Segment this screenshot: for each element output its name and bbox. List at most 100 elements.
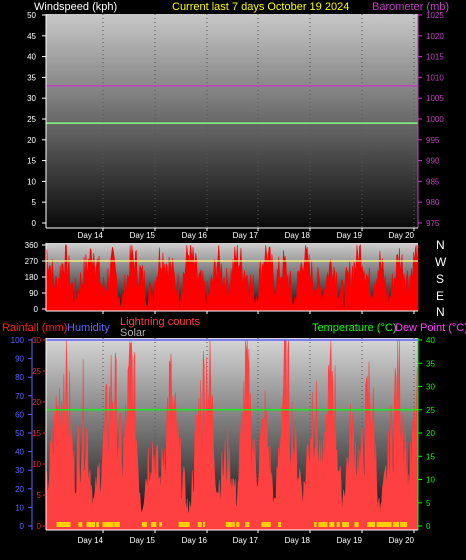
humidity-tick-label: 20 xyxy=(15,485,24,494)
wind-tick-label: 0 xyxy=(32,219,37,228)
solar-mark xyxy=(354,522,358,527)
solar-mark xyxy=(56,522,62,527)
temperature-tick-label: 15 xyxy=(426,452,435,461)
humidity-tick-label: 30 xyxy=(15,466,24,475)
solar-mark xyxy=(318,522,322,527)
rain-day-label: Day 16 xyxy=(182,536,208,545)
wind-tick-label: 20 xyxy=(27,136,36,145)
rainfall-label: Rainfall (mm) xyxy=(2,322,67,334)
wind-tick-label: 45 xyxy=(27,32,36,41)
wind-tick-label: 10 xyxy=(27,177,36,186)
barometer-tick-label: 1010 xyxy=(426,73,444,82)
wind-day-label: Day 16 xyxy=(182,231,208,240)
solar-mark xyxy=(225,522,228,527)
humidity-tick-label: 70 xyxy=(15,392,24,401)
wind-dir-label-w: W xyxy=(435,255,447,269)
temperature-label: Temperature (°C) xyxy=(312,322,396,334)
solar-mark xyxy=(403,522,408,527)
solar-mark xyxy=(377,522,380,527)
wind-tick-label: 35 xyxy=(27,73,36,82)
humidity-label: Humidity xyxy=(67,322,110,334)
rain-day-label: Day 19 xyxy=(337,536,363,545)
direction-tick-label: 90 xyxy=(29,289,38,298)
rain-day-label: Day 17 xyxy=(233,536,259,545)
solar-mark xyxy=(396,522,400,527)
humidity-tick-label: 40 xyxy=(15,448,24,457)
wind-day-label: Day 19 xyxy=(337,231,363,240)
barometer-tick-label: 990 xyxy=(426,157,440,166)
humidity-tick-label: 60 xyxy=(15,410,24,419)
solar-mark xyxy=(96,522,99,527)
solar-mark xyxy=(342,522,347,527)
solar-mark xyxy=(346,522,349,527)
solar-mark xyxy=(236,522,240,527)
solar-mark xyxy=(114,522,120,527)
solar-label: Solar xyxy=(120,327,146,339)
wind-day-label: Day 15 xyxy=(130,231,156,240)
solar-mark xyxy=(141,522,147,527)
barometer-tick-label: 995 xyxy=(426,136,440,145)
rainfall-tick-label: 0 xyxy=(37,522,42,531)
wind-tick-label: 25 xyxy=(27,115,36,124)
wind-day-label: Day 20 xyxy=(389,231,415,240)
rainfall-tick-label: 15 xyxy=(32,429,41,438)
temperature-tick-label: 25 xyxy=(426,406,435,415)
direction-tick-label: 180 xyxy=(25,273,39,282)
solar-mark xyxy=(336,522,340,527)
humidity-tick-label: 10 xyxy=(15,503,24,512)
solar-mark xyxy=(178,522,185,527)
solar-mark xyxy=(151,522,154,527)
dewpoint-label: Dew Point (°C) xyxy=(395,322,466,334)
temperature-tick-label: 40 xyxy=(426,336,435,345)
solar-mark xyxy=(314,522,317,527)
barometer-tick-label: 985 xyxy=(426,177,440,186)
barometer-tick-label: 980 xyxy=(426,198,440,207)
solar-mark xyxy=(367,522,373,527)
solar-mark xyxy=(329,522,335,527)
solar-mark xyxy=(266,522,271,527)
rain-day-label: Day 18 xyxy=(285,536,311,545)
solar-mark xyxy=(61,522,65,527)
solar-mark xyxy=(232,522,235,527)
solar-mark xyxy=(392,522,398,527)
barometer-tick-label: 1020 xyxy=(426,32,444,41)
solar-mark xyxy=(109,522,114,527)
rainfall-tick-label: 5 xyxy=(37,491,42,500)
wind-day-label: Day 14 xyxy=(78,231,104,240)
rainfall-tick-label: 20 xyxy=(32,398,41,407)
wind-dir-label-n-bottom: N xyxy=(436,305,445,319)
wind-tick-label: 40 xyxy=(27,53,36,62)
humidity-tick-label: 0 xyxy=(20,522,25,531)
humidity-tick-label: 80 xyxy=(15,373,24,382)
humidity-tick-label: 100 xyxy=(11,336,25,345)
rain-day-label: Day 15 xyxy=(130,536,156,545)
barometer-label: Barometer (mb) xyxy=(372,1,449,13)
wind-tick-label: 5 xyxy=(32,198,37,207)
solar-mark xyxy=(322,522,328,527)
direction-tick-label: 360 xyxy=(25,241,39,250)
solar-mark xyxy=(263,522,266,527)
solar-mark xyxy=(203,522,206,527)
solar-mark xyxy=(386,522,392,527)
temperature-tick-label: 0 xyxy=(426,522,431,531)
wind-dir-label-s: S xyxy=(436,272,444,286)
barometer-tick-label: 1000 xyxy=(426,115,444,124)
solar-mark xyxy=(102,522,106,527)
humidity-tick-label: 50 xyxy=(15,429,24,438)
humidity-tick-label: 90 xyxy=(15,355,24,364)
wind-dir-label-n-top: N xyxy=(436,238,445,252)
solar-mark xyxy=(159,522,163,527)
direction-tick-label: 270 xyxy=(25,257,39,266)
solar-mark xyxy=(400,522,404,527)
temperature-tick-label: 5 xyxy=(426,499,431,508)
rain-day-label: Day 14 xyxy=(78,536,104,545)
rainfall-tick-label: 10 xyxy=(32,460,41,469)
solar-mark xyxy=(86,522,92,527)
solar-mark xyxy=(245,522,250,527)
barometer-tick-label: 1015 xyxy=(426,53,444,62)
barometer-tick-label: 1005 xyxy=(426,94,444,103)
rain-day-label: Day 20 xyxy=(389,536,415,545)
direction-tick-label: 0 xyxy=(34,305,39,314)
barometer-tick-label: 975 xyxy=(426,219,440,228)
solar-mark xyxy=(372,522,375,527)
